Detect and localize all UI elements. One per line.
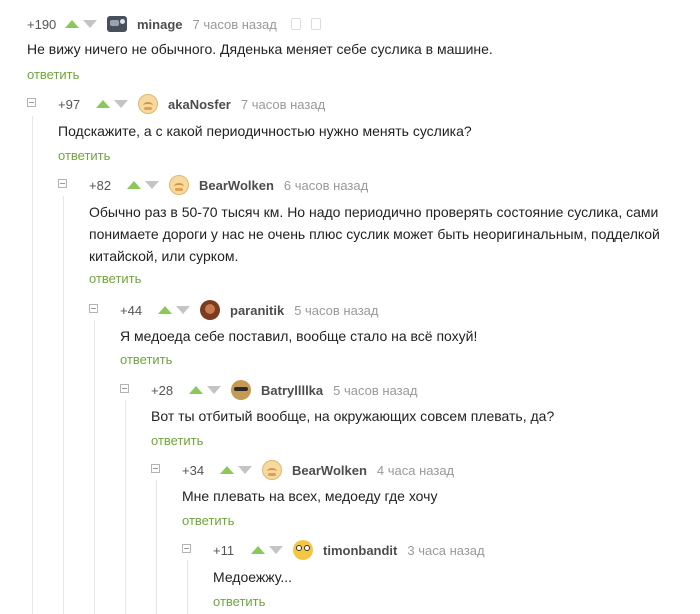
upvote-arrow-icon[interactable] <box>220 466 234 474</box>
comment-header: +97 akaNosfer 7 часов назад <box>58 92 325 116</box>
comment-author[interactable]: BearWolken <box>199 178 274 193</box>
comment-time[interactable]: 4 часа назад <box>377 463 454 478</box>
downvote-arrow-icon[interactable] <box>176 306 190 314</box>
thread-line <box>63 196 64 614</box>
downvote-arrow-icon[interactable] <box>114 100 128 108</box>
comment-rating: +190 <box>27 16 57 32</box>
upvote-arrow-icon[interactable] <box>96 100 110 108</box>
reply-link[interactable]: ответить <box>120 352 172 367</box>
comment-text: Я медоеда себе поставил, вообще стало на… <box>120 328 478 344</box>
comment-rating: +11 <box>213 542 235 558</box>
downvote-arrow-icon[interactable] <box>269 546 283 554</box>
comment-rating: +97 <box>58 96 81 112</box>
comment-rating: +44 <box>120 302 143 318</box>
collapse-toggle-icon[interactable] <box>27 98 36 107</box>
comment-time[interactable]: 7 часов назад <box>193 17 277 32</box>
save-icon[interactable] <box>290 18 301 30</box>
comment-author[interactable]: timonbandit <box>323 543 397 558</box>
smiley-avatar-icon[interactable] <box>138 94 158 114</box>
thread-line <box>156 480 157 614</box>
comment-header: +82 BearWolken 6 часов назад <box>89 173 368 197</box>
share-icon[interactable] <box>310 18 321 30</box>
comment-author[interactable]: Batryllllka <box>261 383 323 398</box>
comment-text: Не вижу ничего не обычного. Дяденька мен… <box>27 41 493 57</box>
comment-text: Вот ты отбитый вообще, на окружающих сов… <box>151 408 555 424</box>
reply-link[interactable]: ответить <box>151 433 203 448</box>
comment-header: +28 Batryllllka 5 часов назад <box>151 378 417 402</box>
user-avatar-icon[interactable] <box>200 300 220 320</box>
comment-header: +34 BearWolken 4 часа назад <box>182 458 454 482</box>
thread-line <box>94 320 95 614</box>
comment-actions <box>290 18 321 30</box>
collapse-toggle-icon[interactable] <box>89 304 98 313</box>
downvote-arrow-icon[interactable] <box>238 466 252 474</box>
comment-rating: +82 <box>89 177 112 193</box>
upvote-arrow-icon[interactable] <box>65 20 79 28</box>
comment-author[interactable]: akaNosfer <box>168 97 231 112</box>
comment-header: +190 minage 7 часов назад <box>27 12 321 36</box>
collapse-toggle-icon[interactable] <box>182 544 191 553</box>
reply-link[interactable]: ответить <box>89 271 141 286</box>
downvote-arrow-icon[interactable] <box>145 181 159 189</box>
comment-time[interactable]: 6 часов назад <box>284 178 368 193</box>
comment-author[interactable]: paranitik <box>230 303 284 318</box>
downvote-arrow-icon[interactable] <box>207 386 221 394</box>
comment-text-line: китайской, или сурком. <box>89 248 239 264</box>
comment-author[interactable]: minage <box>137 17 183 32</box>
upvote-arrow-icon[interactable] <box>189 386 203 394</box>
comment-text: Медоежжу... <box>213 569 293 585</box>
user-avatar-icon[interactable] <box>107 16 127 32</box>
comment-time[interactable]: 5 часов назад <box>333 383 417 398</box>
reply-link[interactable]: ответить <box>58 148 110 163</box>
reply-link[interactable]: ответить <box>27 67 79 82</box>
thread-line <box>187 560 188 614</box>
reply-link[interactable]: ответить <box>182 513 234 528</box>
comment-time[interactable]: 5 часов назад <box>294 303 378 318</box>
upvote-arrow-icon[interactable] <box>127 181 141 189</box>
reply-link[interactable]: ответить <box>213 594 265 609</box>
comment-header: +11 timonbandit 3 часа назад <box>213 538 485 562</box>
comment-rating: +28 <box>151 382 174 398</box>
comment-author[interactable]: BearWolken <box>292 463 367 478</box>
cartoon-avatar-icon[interactable] <box>293 540 313 560</box>
comment-text: Обычно раз в 50-70 тысяч км. Но надо пер… <box>89 201 660 267</box>
comment-header: +44 paranitik 5 часов назад <box>120 298 378 322</box>
collapse-toggle-icon[interactable] <box>120 384 129 393</box>
comment-text: Подскажите, а с какой периодичностью нуж… <box>58 123 472 139</box>
smiley-avatar-icon[interactable] <box>169 175 189 195</box>
upvote-arrow-icon[interactable] <box>158 306 172 314</box>
comment-text-line: Обычно раз в 50-70 тысяч км. Но надо пер… <box>89 204 659 220</box>
downvote-arrow-icon[interactable] <box>83 20 97 28</box>
smiley-avatar-icon[interactable] <box>262 460 282 480</box>
comment-time[interactable]: 3 часа назад <box>407 543 484 558</box>
thread-line <box>32 116 33 614</box>
collapse-toggle-icon[interactable] <box>151 464 160 473</box>
comment-text: Мне плевать на всех, медоеду где хочу <box>182 488 438 504</box>
collapse-toggle-icon[interactable] <box>58 179 67 188</box>
sunglasses-avatar-icon[interactable] <box>231 380 251 400</box>
comment-rating: +34 <box>182 462 205 478</box>
thread-line <box>125 400 126 614</box>
comment-time[interactable]: 7 часов назад <box>241 97 325 112</box>
comment-text-line: понимаете дороги у нас не очень плюс сус… <box>89 226 660 242</box>
upvote-arrow-icon[interactable] <box>251 546 265 554</box>
